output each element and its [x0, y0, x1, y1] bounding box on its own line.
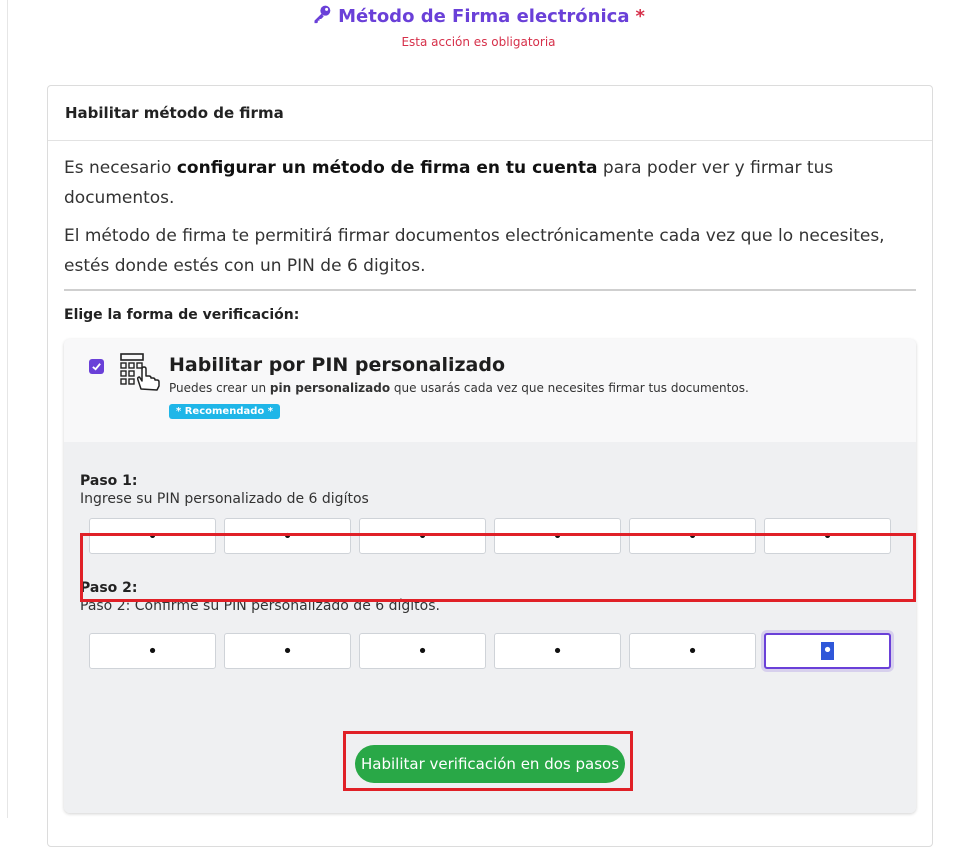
confirm-pin-digit-5[interactable]: •: [629, 633, 756, 669]
step2-pin-row: • • • • • •: [80, 614, 900, 669]
step1-highlight-box: [80, 533, 916, 602]
verification-choice-label: Elige la forma de verificación:: [64, 307, 300, 323]
required-mark: *: [635, 6, 645, 27]
pin-desc-bold: pin personalizado: [269, 381, 391, 395]
detail-paragraph: El método de firma te permitirá firmar d…: [64, 226, 885, 276]
check-icon: [92, 363, 101, 371]
card-title: Habilitar método de firma: [48, 86, 932, 141]
intro-bold: configurar un método de firma en tu cuen…: [176, 158, 598, 178]
confirm-pin-digit-4[interactable]: •: [494, 633, 621, 669]
selected-pin-value: •: [821, 640, 834, 661]
keypad-hand-icon: [120, 353, 162, 391]
page-title-text: Método de Firma electrónica: [338, 6, 630, 27]
step1-title: Paso 1:: [80, 473, 138, 489]
page-subtitle: Esta acción es obligatoria: [401, 35, 556, 49]
key-icon: [312, 4, 332, 29]
divider: [64, 289, 916, 291]
confirm-pin-digit-1[interactable]: •: [89, 633, 216, 669]
confirm-pin-digit-2[interactable]: •: [224, 633, 351, 669]
pin-desc-prefix: Puedes crear un: [169, 381, 270, 395]
confirm-pin-digit-6[interactable]: •: [764, 633, 891, 669]
enable-two-step-button[interactable]: Habilitar verificación en dos pasos: [355, 745, 625, 783]
pin-option-description: Puedes crear un pin personalizado que us…: [169, 381, 749, 395]
page-header: Método de Firma electrónica * Esta acción…: [0, 4, 957, 49]
intro-paragraph: Es necesario configurar un método de fir…: [64, 153, 916, 213]
step1-description: Ingrese su PIN personalizado de 6 digíto…: [80, 491, 369, 507]
intro-prefix: Es necesario: [64, 158, 177, 178]
card-body: Es necesario configurar un método de fir…: [48, 141, 932, 813]
pin-option-header: Habilitar por PIN personalizado Puedes c…: [64, 339, 916, 442]
pin-option-title: Habilitar por PIN personalizado: [169, 354, 506, 376]
confirm-pin-digit-3[interactable]: •: [359, 633, 486, 669]
left-border: [7, 0, 8, 818]
pin-option-checkbox[interactable]: [89, 359, 104, 374]
pin-desc-suffix: que usarás cada vez que necesites firmar…: [390, 381, 749, 395]
recommended-badge: * Recomendado *: [169, 404, 280, 419]
page-title: Método de Firma electrónica *: [312, 4, 645, 29]
